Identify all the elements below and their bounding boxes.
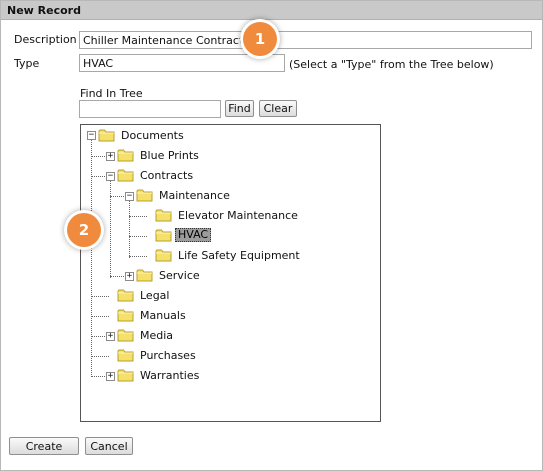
tree-node-legal[interactable]: Legal <box>138 289 171 303</box>
new-record-dialog: New Record Description Type (Select a "T… <box>0 0 543 471</box>
tree-line <box>129 216 147 217</box>
folder-icon <box>136 188 153 202</box>
description-label: Description <box>14 33 77 46</box>
folder-icon <box>117 308 134 322</box>
minus-box-icon[interactable]: − <box>106 172 115 181</box>
tree-node-manuals[interactable]: Manuals <box>138 309 188 323</box>
tree-line <box>129 236 147 237</box>
plus-box-icon[interactable]: + <box>125 272 134 281</box>
document-type-tree[interactable]: − + − − + + + Documents Blue Prints Cont… <box>80 124 381 422</box>
folder-icon <box>155 228 172 242</box>
minus-box-icon[interactable]: − <box>87 131 96 140</box>
folder-icon <box>155 248 172 262</box>
tree-line <box>91 356 109 357</box>
tree-line <box>91 316 109 317</box>
step-1-callout-badge: 1 <box>243 22 277 56</box>
tree-node-elevator-maintenance[interactable]: Elevator Maintenance <box>176 209 300 223</box>
find-in-tree-label: Find In Tree <box>80 87 143 100</box>
create-button[interactable]: Create <box>9 437 79 455</box>
type-hint: (Select a "Type" from the Tree below) <box>289 58 494 71</box>
tree-line <box>91 296 109 297</box>
folder-icon <box>117 348 134 362</box>
plus-box-icon[interactable]: + <box>106 152 115 161</box>
tree-line <box>129 200 130 258</box>
folder-icon <box>117 168 134 182</box>
minus-box-icon[interactable]: − <box>125 192 134 201</box>
tree-node-media[interactable]: Media <box>138 329 175 343</box>
folder-icon <box>136 268 153 282</box>
folder-icon <box>98 128 115 142</box>
description-input[interactable] <box>79 31 532 49</box>
tree-node-blue-prints[interactable]: Blue Prints <box>138 149 201 163</box>
tree-node-maintenance[interactable]: Maintenance <box>157 189 232 203</box>
folder-icon <box>117 288 134 302</box>
folder-icon <box>117 148 134 162</box>
step-2-callout-badge: 2 <box>67 213 101 247</box>
tree-node-service[interactable]: Service <box>157 269 202 283</box>
folder-icon <box>155 208 172 222</box>
plus-box-icon[interactable]: + <box>106 332 115 341</box>
folder-icon <box>117 368 134 382</box>
clear-button[interactable]: Clear <box>259 100 297 117</box>
tree-node-purchases[interactable]: Purchases <box>138 349 198 363</box>
tree-node-hvac-selected[interactable]: HVAC <box>175 228 212 242</box>
cancel-button[interactable]: Cancel <box>85 437 133 455</box>
type-label: Type <box>14 57 40 70</box>
find-button[interactable]: Find <box>225 100 254 117</box>
plus-box-icon[interactable]: + <box>106 372 115 381</box>
tree-line <box>110 180 111 278</box>
tree-node-documents[interactable]: Documents <box>119 129 186 143</box>
tree-node-contracts[interactable]: Contracts <box>138 169 195 183</box>
tree-node-warranties[interactable]: Warranties <box>138 369 201 383</box>
folder-icon <box>117 328 134 342</box>
tree-node-life-safety-equipment[interactable]: Life Safety Equipment <box>176 249 302 263</box>
type-input[interactable] <box>79 54 285 72</box>
find-in-tree-input[interactable] <box>79 100 221 118</box>
dialog-title: New Record <box>1 1 542 20</box>
tree-line <box>129 256 147 257</box>
